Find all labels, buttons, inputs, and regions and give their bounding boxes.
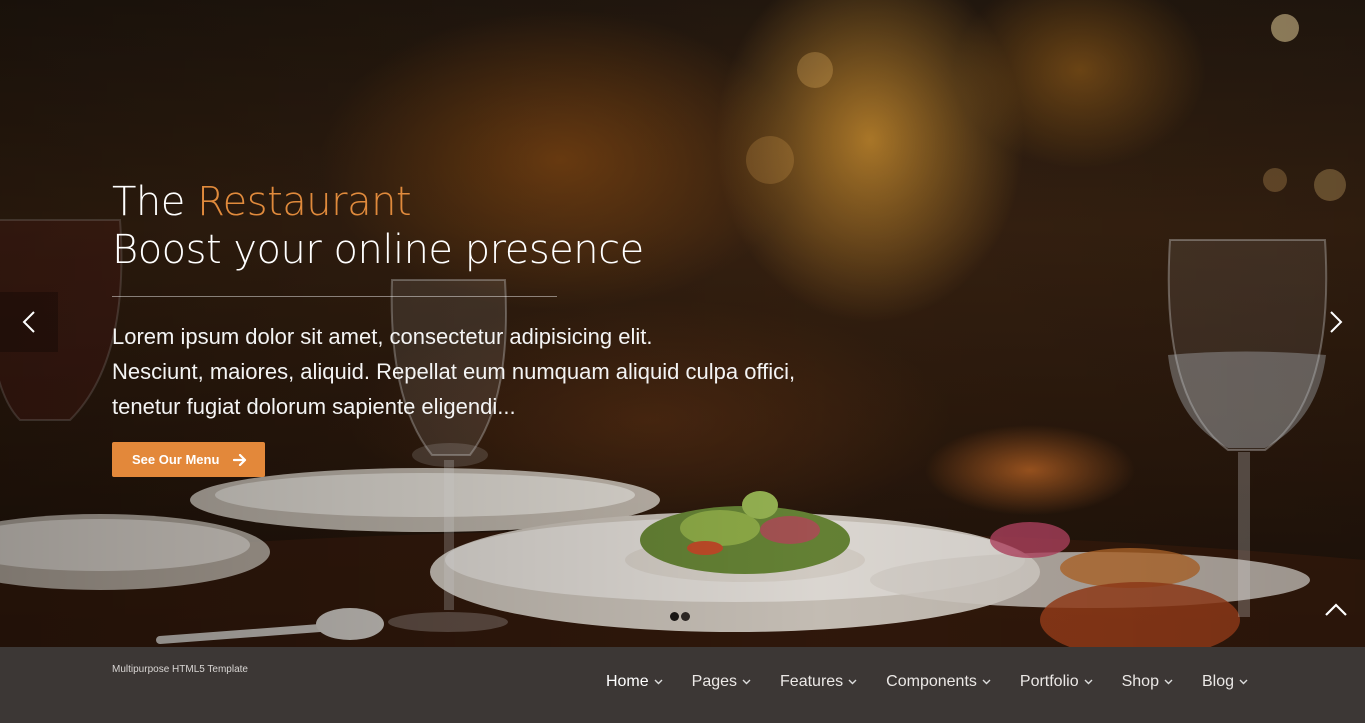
hero-slider: The Restaurant Boost your online presenc…: [0, 0, 1365, 647]
menu-item-pages[interactable]: Pages: [692, 673, 751, 691]
hero-description-line: Lorem ipsum dolor sit amet, consectetur …: [112, 324, 653, 349]
chevron-left-icon: [22, 311, 35, 333]
hero-divider: [112, 296, 557, 297]
arrow-right-icon: [233, 453, 247, 466]
menu-item-label: Features: [780, 673, 844, 690]
menu-item-label: Blog: [1201, 673, 1234, 690]
main-menu: Home Pages Features Components Portfolio…: [606, 673, 1248, 691]
menu-item-label: Components: [886, 673, 977, 690]
slider-prev-button[interactable]: [0, 292, 58, 352]
main-navbar: Multipurpose HTML5 Template Home Pages F…: [0, 647, 1365, 723]
chevron-down-icon: [982, 679, 991, 685]
hero-subtitle: Boost your online presence: [112, 227, 644, 273]
see-our-menu-label: See Our Menu: [132, 452, 220, 467]
menu-item-components[interactable]: Components: [886, 673, 991, 691]
chevron-down-icon: [654, 679, 663, 685]
hero-description: Lorem ipsum dolor sit amet, consectetur …: [112, 319, 872, 424]
scroll-to-top-button[interactable]: [1318, 592, 1354, 628]
chevron-right-icon: [1330, 311, 1343, 333]
menu-item-blog[interactable]: Blog: [1202, 673, 1248, 691]
chevron-down-icon: [1164, 679, 1173, 685]
menu-item-shop[interactable]: Shop: [1122, 673, 1173, 691]
menu-item-label: Shop: [1121, 673, 1159, 690]
see-our-menu-button[interactable]: See Our Menu: [112, 442, 266, 477]
hero-title: The Restaurant: [112, 178, 872, 226]
hero-description-line: Nesciunt, maiores, aliquid. Repellat eum…: [112, 359, 796, 384]
chevron-down-icon: [1084, 679, 1093, 685]
hero-title-prefix: The: [112, 179, 185, 225]
site-tagline: Multipurpose HTML5 Template: [112, 664, 248, 675]
hero-title-accent: Restaurant: [197, 179, 412, 225]
slider-dot[interactable]: [681, 612, 690, 621]
slider-pagination: [670, 612, 690, 621]
menu-item-label: Pages: [691, 673, 738, 690]
slider-next-button[interactable]: [1307, 292, 1365, 352]
chevron-down-icon: [742, 679, 751, 685]
chevron-down-icon: [1239, 679, 1248, 685]
menu-item-features[interactable]: Features: [780, 673, 857, 691]
menu-item-home[interactable]: Home: [606, 673, 663, 691]
chevron-up-icon: [1325, 603, 1347, 616]
menu-item-portfolio[interactable]: Portfolio: [1020, 673, 1093, 691]
menu-item-label: Portfolio: [1019, 673, 1079, 690]
menu-item-label: Home: [605, 673, 649, 690]
hero-description-line: tenetur fugiat dolorum sapiente eligendi…: [112, 394, 516, 419]
slider-dot[interactable]: [670, 612, 679, 621]
chevron-down-icon: [848, 679, 857, 685]
hero-caption: The Restaurant Boost your online presenc…: [112, 178, 872, 477]
